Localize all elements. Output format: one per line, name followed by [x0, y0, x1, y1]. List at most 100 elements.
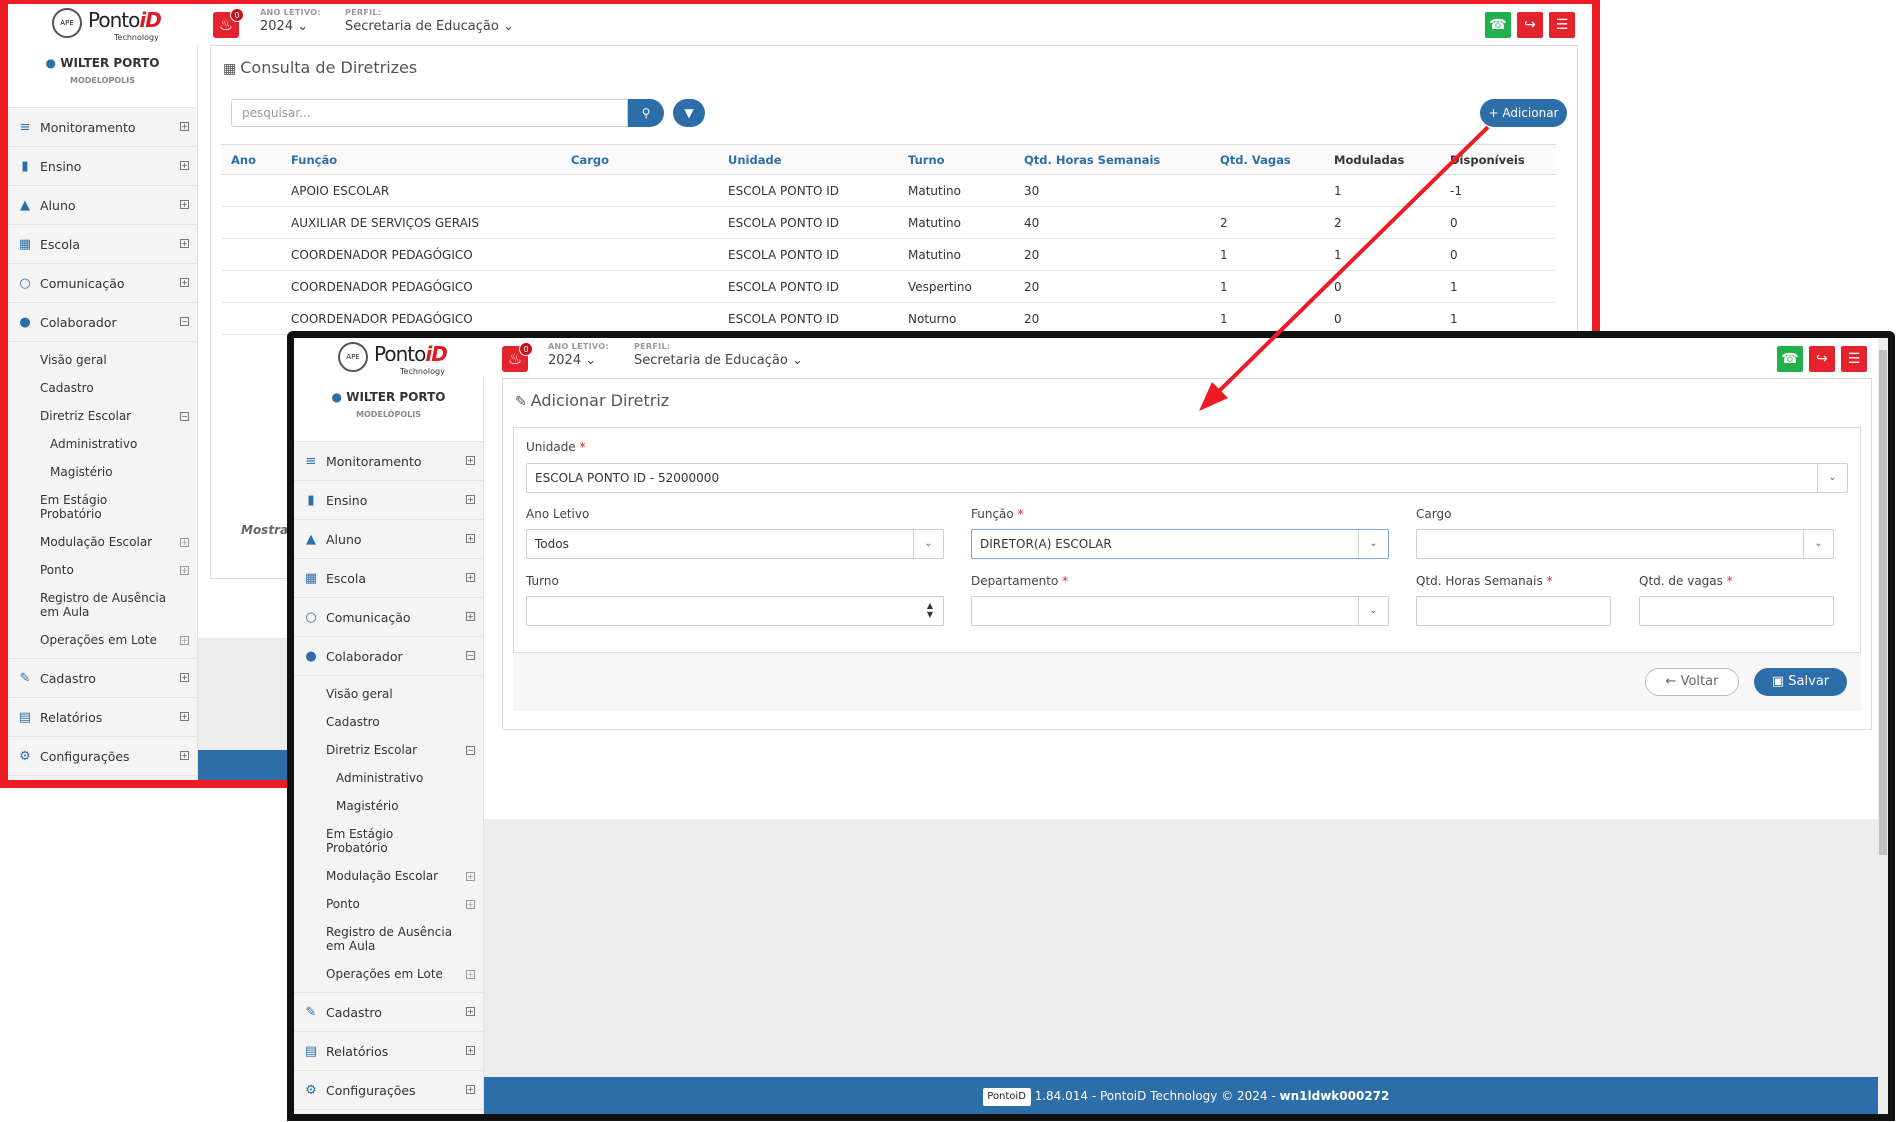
menu-comunicacao[interactable]: ○ Comunicação + — [294, 598, 483, 637]
perfil-selector[interactable]: PERFIL: Secretaria de Educação ⌄ — [345, 8, 514, 34]
menu-colaborador[interactable]: ● Colaborador − — [8, 303, 197, 342]
departamento-select[interactable]: ⌄ — [971, 596, 1389, 626]
submenu-cadastro[interactable]: Cadastro — [294, 708, 483, 736]
diretriz-form: Unidade * ESCOLA PONTO ID - 52000000 ⌄ An… — [513, 427, 1861, 653]
hamburger-menu-icon[interactable]: ☰ — [1549, 12, 1575, 38]
menu-aluno[interactable]: ▲ Aluno + — [8, 186, 197, 225]
menu-cadastro[interactable]: ✎ Cadastro + — [294, 993, 483, 1032]
menu-escola[interactable]: ▦ Escola + — [294, 559, 483, 598]
diretrizes-table: Ano Função Cargo Unidade Turno Qtd. Hora… — [221, 144, 1556, 335]
table-row[interactable]: COORDENADOR PEDAGÓGICO ESCOLA PONTO ID Ves… — [221, 270, 1556, 303]
whatsapp-icon[interactable]: ☎ — [1777, 346, 1803, 372]
submenu-registro-ausencia[interactable]: Registro de Ausência em Aula — [8, 584, 197, 626]
app-logo[interactable]: APE PontoiD Technology — [330, 340, 450, 378]
funcao-select[interactable]: DIRETOR(A) ESCOLAR ⌄ — [971, 529, 1389, 559]
gear-icon: ⚙ — [19, 749, 31, 764]
menu-aluno[interactable]: ▲ Aluno + — [294, 520, 483, 559]
qtd-vagas-input[interactable] — [1639, 596, 1834, 626]
menu-cadastro[interactable]: ✎ Cadastro + — [8, 659, 197, 698]
menu-colaborador[interactable]: ● Colaborador − — [294, 637, 483, 676]
filter-icon[interactable]: ▼ — [673, 99, 705, 127]
submenu-modulacao-escolar[interactable]: Modulação Escolar + — [8, 528, 197, 556]
submenu-cadastro[interactable]: Cadastro — [8, 374, 197, 402]
submenu-administrativo[interactable]: Administrativo — [8, 430, 197, 458]
salvar-button[interactable]: ▣ Salvar — [1754, 668, 1847, 696]
submenu-ponto[interactable]: Ponto + — [294, 890, 483, 918]
menu-relatorios[interactable]: ▤ Relatórios + — [294, 1032, 483, 1071]
submenu-ponto[interactable]: Ponto + — [8, 556, 197, 584]
menu-label: Ensino — [326, 493, 368, 508]
submenu-visao-geral[interactable]: Visão geral — [8, 346, 197, 374]
cell-vagas: 1 — [1210, 302, 1324, 335]
cell-turno: Matutino — [898, 174, 1014, 207]
user-city: MODELÓPOLIS — [356, 410, 421, 419]
submenu-estagio-probatorio[interactable]: Em Estágio Probatório — [294, 820, 483, 862]
col-unidade[interactable]: Unidade — [718, 144, 898, 175]
submenu-label: Operações em Lote — [40, 633, 157, 647]
required-mark: * — [1546, 574, 1553, 588]
chevron-down-icon: ⌄ — [502, 19, 514, 34]
table-row[interactable]: APOIO ESCOLAR ESCOLA PONTO ID Matutino 30 1-… — [221, 174, 1556, 207]
submenu-diretriz-escolar[interactable]: Diretriz Escolar − — [8, 402, 197, 430]
menu-ensino[interactable]: ▮ Ensino + — [8, 147, 197, 186]
col-horas[interactable]: Qtd. Horas Semanais — [1014, 144, 1210, 175]
col-cargo[interactable]: Cargo — [561, 144, 718, 175]
ano-letivo-selector[interactable]: ANO LETIVO: 2024 ⌄ — [260, 8, 321, 34]
notifications-bell-icon[interactable]: ♨ 0 — [502, 342, 533, 372]
cargo-select[interactable]: ⌄ — [1416, 529, 1834, 559]
unidade-select[interactable]: ESCOLA PONTO ID - 52000000 ⌄ — [526, 463, 1848, 493]
turno-label: Turno — [526, 574, 559, 588]
submenu-visao-geral[interactable]: Visão geral — [294, 680, 483, 708]
submenu-magisterio[interactable]: Magistério — [294, 792, 483, 820]
table-icon: ▦ — [223, 61, 237, 77]
colaborador-submenu: Visão geral Cadastro Diretriz Escolar − A… — [294, 676, 483, 993]
footer-logo: PontoiD — [982, 1087, 1031, 1106]
gear-icon: ⚙ — [305, 1083, 317, 1098]
menu-relatorios[interactable]: ▤ Relatórios + — [8, 698, 197, 737]
col-funcao[interactable]: Função — [281, 144, 561, 175]
submenu-magisterio[interactable]: Magistério — [8, 458, 197, 486]
search-input[interactable]: pesquisar... — [231, 99, 628, 127]
expand-icon: + — [466, 1085, 475, 1094]
ano-letivo-select[interactable]: Todos ⌄ — [526, 529, 944, 559]
menu-ensino[interactable]: ▮ Ensino + — [294, 481, 483, 520]
app-logo[interactable]: APE PontoiD Technology — [44, 6, 164, 44]
menu-monitoramento[interactable]: ≡ Monitoramento + — [8, 108, 197, 147]
menu-monitoramento[interactable]: ≡ Monitoramento + — [294, 442, 483, 481]
col-turno[interactable]: Turno — [898, 144, 1014, 175]
cell-funcao: COORDENADOR PEDAGÓGICO — [281, 302, 561, 335]
horas-semanais-input[interactable] — [1416, 596, 1611, 626]
menu-escola[interactable]: ▦ Escola + — [8, 225, 197, 264]
expand-icon: + — [466, 970, 475, 979]
page-scrollbar[interactable] — [1878, 338, 1888, 1114]
table-row[interactable]: COORDENADOR PEDAGÓGICO ESCOLA PONTO ID Not… — [221, 302, 1556, 335]
menu-configuracoes[interactable]: ⚙ Configurações + — [8, 737, 197, 776]
hamburger-menu-icon[interactable]: ☰ — [1841, 346, 1867, 372]
col-vagas[interactable]: Qtd. Vagas — [1210, 144, 1324, 175]
submenu-modulacao-escolar[interactable]: Modulação Escolar + — [294, 862, 483, 890]
perfil-selector[interactable]: PERFIL: Secretaria de Educação ⌄ — [634, 342, 803, 368]
col-ano[interactable]: Ano — [221, 144, 281, 175]
notifications-bell-icon[interactable]: ♨ 0 — [213, 8, 244, 38]
table-row[interactable]: AUXILIAR DE SERVIÇOS GERAIS ESCOLA PONTO … — [221, 206, 1556, 239]
add-button[interactable]: + Adicionar — [1480, 99, 1567, 127]
voltar-button[interactable]: ← Voltar — [1645, 668, 1739, 696]
scrollbar-thumb[interactable] — [1879, 350, 1887, 855]
ano-letivo-selector[interactable]: ANO LETIVO: 2024 ⌄ — [548, 342, 609, 368]
logout-icon[interactable]: ↪ — [1517, 12, 1543, 38]
submenu-diretriz-escolar[interactable]: Diretriz Escolar − — [294, 736, 483, 764]
submenu-registro-ausencia[interactable]: Registro de Ausência em Aula — [294, 918, 483, 960]
search-icon[interactable]: ⚲ — [628, 99, 664, 127]
table-row[interactable]: COORDENADOR PEDAGÓGICO ESCOLA PONTO ID Mat… — [221, 238, 1556, 271]
turno-select[interactable]: ▲ ▼ — [526, 596, 944, 626]
submenu-operacoes-lote[interactable]: Operações em Lote + — [294, 960, 483, 988]
logout-icon[interactable]: ↪ — [1809, 346, 1835, 372]
menu-configuracoes[interactable]: ⚙ Configurações + — [294, 1071, 483, 1110]
submenu-estagio-probatorio[interactable]: Em Estágio Probatório — [8, 486, 197, 528]
whatsapp-icon[interactable]: ☎ — [1485, 12, 1511, 38]
submenu-operacoes-lote[interactable]: Operações em Lote + — [8, 626, 197, 654]
cell-disponiveis: 0 — [1440, 206, 1556, 239]
menu-comunicacao[interactable]: ○ Comunicação + — [8, 264, 197, 303]
submenu-administrativo[interactable]: Administrativo — [294, 764, 483, 792]
edit-icon: ✎ — [515, 394, 527, 410]
